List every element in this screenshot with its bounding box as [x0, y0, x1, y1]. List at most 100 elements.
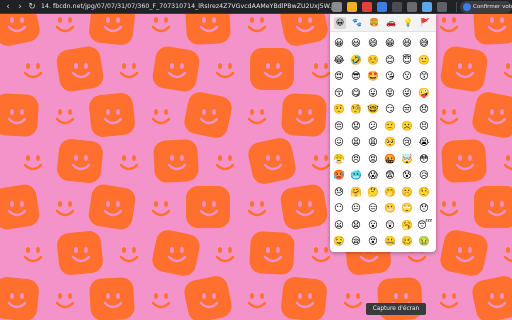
emoji-item[interactable]: 😩	[366, 134, 380, 151]
dark-extension-icon[interactable]	[392, 2, 402, 12]
emoji-item[interactable]: 😋	[349, 85, 363, 102]
emoji-item[interactable]: 😡	[366, 151, 380, 168]
emoji-item[interactable]: 😍	[332, 68, 346, 85]
emoji-item[interactable]: 🤣	[349, 52, 363, 69]
emoji-item[interactable]: 🤐	[383, 233, 397, 250]
emoji-item[interactable]: 😦	[332, 217, 346, 234]
emoji-tab[interactable]: 💡	[402, 17, 414, 29]
emoji-item[interactable]: 🤗	[349, 184, 363, 201]
emoji-item[interactable]: 😣	[417, 118, 431, 135]
blue-extension-icon[interactable]	[377, 2, 387, 12]
emoji-item[interactable]: 😤	[332, 151, 346, 168]
emoji-item[interactable]: 😬	[383, 200, 397, 217]
emoji-item[interactable]: 😳	[417, 151, 431, 168]
emoji-item[interactable]: 🙁	[383, 118, 397, 135]
emoji-item[interactable]: 🤩	[366, 68, 380, 85]
emoji-item[interactable]: 🤨	[332, 101, 346, 118]
emoji-item[interactable]: 😧	[349, 217, 363, 234]
emoji-item[interactable]: 😜	[400, 85, 414, 102]
emoji-item[interactable]: 😎	[349, 68, 363, 85]
emoji-item[interactable]: 😶	[332, 200, 346, 217]
emoji-item[interactable]: 🥴	[400, 233, 414, 250]
emoji-item[interactable]: 🤬	[383, 151, 397, 168]
smiley-face-icon	[439, 109, 459, 125]
emoji-item[interactable]: 😚	[332, 85, 346, 102]
emoji-item[interactable]: 😙	[417, 68, 431, 85]
emoji-item[interactable]: 🤭	[383, 184, 397, 201]
emoji-item[interactable]: 🧐	[349, 101, 363, 118]
address-bar[interactable]: 14. fbcdn.net/jpg/07/07/31/07/360_F_7073…	[41, 1, 341, 13]
emoji-item[interactable]: 🤯	[400, 151, 414, 168]
red-extension-icon[interactable]	[362, 2, 372, 12]
emoji-item[interactable]: 😮	[366, 217, 380, 234]
menu-extension-icon[interactable]	[437, 2, 447, 12]
emoji-item[interactable]: 😖	[332, 134, 346, 151]
emoji-item[interactable]: 😝	[383, 85, 397, 102]
sky-extension-icon[interactable]	[422, 2, 432, 12]
emoji-tab[interactable]: 🚩	[419, 17, 431, 29]
emoji-item[interactable]: 😪	[349, 233, 363, 250]
emoji-item[interactable]: 🥱	[400, 217, 414, 234]
emoji-item[interactable]: 😄	[366, 35, 380, 52]
emoji-item[interactable]: 🤤	[332, 233, 346, 250]
puzzle-extension-icon[interactable]	[332, 2, 342, 12]
smiley-face-icon	[487, 17, 507, 33]
emoji-item[interactable]: 🙂	[417, 52, 431, 69]
emoji-item[interactable]: 😯	[417, 200, 431, 217]
emoji-item[interactable]: 🥺	[383, 134, 397, 151]
emoji-item[interactable]: 😏	[383, 101, 397, 118]
emoji-item[interactable]: 😵	[366, 233, 380, 250]
emoji-item[interactable]: 😢	[400, 134, 414, 151]
emoji-item[interactable]: 🤫	[400, 184, 414, 201]
emoji-item[interactable]: 😟	[349, 118, 363, 135]
emoji-item[interactable]: 😒	[400, 101, 414, 118]
emoji-item[interactable]: 😇	[400, 52, 414, 69]
emoji-item[interactable]: 🤪	[417, 85, 431, 102]
smiley-face-icon	[167, 63, 187, 79]
forward-icon[interactable]: ›	[15, 2, 25, 12]
profile-button[interactable]: Confirmer votre	[460, 1, 512, 13]
emoji-item[interactable]: 😨	[383, 167, 397, 184]
emoji-item[interactable]: 🤓	[366, 101, 380, 118]
emoji-item[interactable]: 😲	[383, 217, 397, 234]
emoji-item[interactable]: 😓	[332, 184, 346, 201]
emoji-item[interactable]: 😛	[366, 85, 380, 102]
emoji-item[interactable]: 😃	[349, 35, 363, 52]
emoji-tab[interactable]: 🍔	[368, 17, 380, 29]
emoji-item[interactable]: 🤥	[417, 184, 431, 201]
emoji-item[interactable]: 🤢	[417, 233, 431, 250]
emoji-item[interactable]: 😭	[417, 134, 431, 151]
emoji-item[interactable]: 😕	[366, 118, 380, 135]
back-icon[interactable]: ‹	[3, 2, 13, 12]
shield-extension-icon[interactable]	[347, 2, 357, 12]
emoji-item[interactable]: 😰	[400, 167, 414, 184]
emoji-item[interactable]: 😀	[332, 35, 346, 52]
emoji-tab[interactable]: 🚗	[385, 17, 397, 29]
emoji-item[interactable]: 😫	[349, 134, 363, 151]
emoji-item[interactable]: 😘	[383, 68, 397, 85]
reload-icon[interactable]: ↻	[27, 2, 37, 12]
emoji-item[interactable]: 😱	[366, 167, 380, 184]
emoji-tab[interactable]: 😀	[334, 17, 346, 29]
emoji-item[interactable]: 😔	[332, 118, 346, 135]
emoji-item[interactable]: 😞	[417, 101, 431, 118]
emoji-item[interactable]: 😐	[349, 200, 363, 217]
emoji-item[interactable]: 🙄	[400, 200, 414, 217]
emoji-item[interactable]: 😥	[417, 167, 431, 184]
emoji-item[interactable]: ☺️	[366, 52, 380, 69]
emoji-item[interactable]: 😴	[417, 217, 432, 234]
grey-extension-icon[interactable]	[407, 2, 417, 12]
emoji-item[interactable]: 🤔	[366, 184, 380, 201]
emoji-tab[interactable]: 🐾	[351, 17, 363, 29]
emoji-item[interactable]: 😗	[400, 68, 414, 85]
emoji-item[interactable]: ☹️	[400, 118, 414, 135]
emoji-item[interactable]: 😠	[349, 151, 363, 168]
emoji-item[interactable]: 😂	[332, 52, 346, 69]
emoji-item[interactable]: 😅	[417, 35, 431, 52]
emoji-item[interactable]: 😆	[400, 35, 414, 52]
emoji-item[interactable]: 🥶	[349, 167, 363, 184]
emoji-item[interactable]: 😑	[366, 200, 380, 217]
emoji-item[interactable]: 🥵	[332, 167, 346, 184]
emoji-item[interactable]: 😁	[383, 35, 397, 52]
emoji-item[interactable]: 😊	[383, 52, 397, 69]
